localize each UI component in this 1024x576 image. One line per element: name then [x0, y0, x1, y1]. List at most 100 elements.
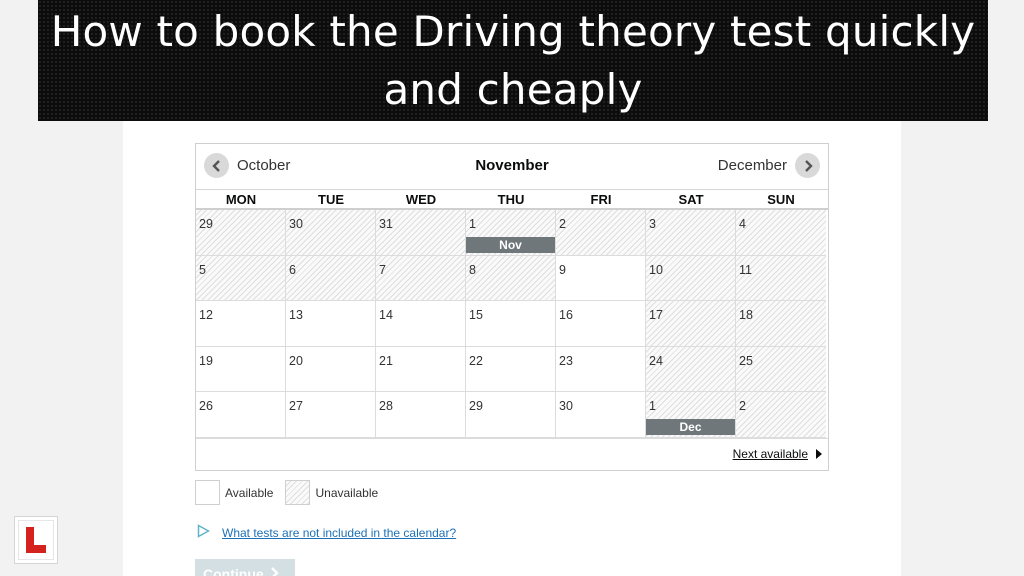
calendar-day-unavailable: 30	[286, 210, 376, 256]
calendar-day-unavailable: 7	[376, 255, 466, 301]
next-month-label: December	[717, 157, 787, 174]
calendar-day-available[interactable]: 27	[286, 392, 376, 438]
tests-not-included-link[interactable]: What tests are not included in the calen…	[222, 526, 456, 540]
weekday-label: SUN	[767, 192, 795, 207]
next-month-button[interactable]: December	[718, 153, 820, 178]
continue-label: Continue	[203, 566, 264, 576]
day-number: 1	[469, 217, 476, 231]
day-number: 26	[199, 399, 213, 413]
calendar-day-unavailable: 2	[556, 210, 646, 256]
day-number: 6	[289, 262, 296, 277]
day-number: 12	[199, 308, 213, 322]
day-number: 28	[379, 399, 393, 413]
weekday-label: TUE	[318, 192, 344, 207]
calendar-day-unavailable: 17	[646, 301, 736, 347]
calendar-day-grid: 29 30 31 1 Nov 2 3 4 5 6 7 8 9 10 11 12 13 14 15 16 17 18 19 20…	[196, 210, 828, 438]
weekday-label: THU	[497, 192, 525, 207]
calendar-day-unavailable: 1 Dec	[646, 392, 736, 438]
day-number: 1	[649, 399, 656, 413]
title-banner: How to book the Driving theory test quic…	[38, 0, 988, 121]
calendar-day-unavailable: 10	[646, 255, 736, 301]
unavailable-legend-label: Unavailable	[315, 485, 379, 500]
day-number: 18	[739, 308, 753, 322]
day-number: 22	[469, 353, 483, 368]
day-number: 20	[289, 353, 303, 368]
calendar-day-unavailable: 1 Nov	[466, 210, 556, 256]
learner-plate-logo	[14, 516, 58, 564]
day-number: 23	[559, 353, 573, 368]
day-number: 21	[379, 353, 393, 368]
triangle-right-icon	[816, 448, 822, 459]
calendar-header: October November December	[196, 144, 828, 189]
calendar-day-available[interactable]: 13	[286, 301, 376, 347]
unavailable-swatch	[285, 480, 311, 505]
calendar-day-unavailable: 3	[646, 210, 736, 256]
calendar-day-unavailable: 2	[736, 392, 826, 438]
banner-title: How to book the Driving theory test quic…	[50, 6, 976, 114]
day-number: 31	[379, 217, 393, 231]
calendar-day-unavailable: 5	[196, 255, 286, 301]
calendar-day-available[interactable]: 28	[376, 392, 466, 438]
calendar-legend: Available Unavailable	[195, 480, 390, 505]
calendar-day-unavailable: 29	[196, 210, 286, 256]
day-number: 4	[739, 217, 746, 231]
weekday-label: MON	[225, 192, 257, 207]
next-available-label: Next available	[732, 446, 808, 461]
day-number: 2	[739, 399, 746, 413]
day-number: 25	[739, 353, 753, 368]
day-number: 27	[289, 399, 303, 413]
calendar-day-unavailable: 18	[736, 301, 826, 347]
triangle-outline-icon	[197, 524, 211, 541]
calendar-day-unavailable: 31	[376, 210, 466, 256]
day-number: 9	[559, 262, 566, 277]
day-number: 15	[469, 308, 483, 322]
day-number: 29	[199, 217, 213, 231]
calendar-day-unavailable: 11	[736, 255, 826, 301]
calendar-day-unavailable: 8	[466, 255, 556, 301]
calendar-day-available[interactable]: 26	[196, 392, 286, 438]
weekday-header-row: MON TUE WED THU FRI SAT SUN	[196, 189, 828, 210]
next-available-link[interactable]: Next available	[733, 447, 822, 461]
day-number: 3	[649, 217, 656, 231]
calendar-day-unavailable: 6	[286, 255, 376, 301]
chevron-right-icon	[270, 566, 280, 576]
tests-not-included-toggle[interactable]: What tests are not included in the calen…	[197, 524, 456, 541]
available-legend-label: Available	[225, 485, 274, 500]
day-number: 30	[289, 217, 303, 231]
calendar-day-available[interactable]: 20	[286, 346, 376, 392]
calendar-day-available[interactable]: 12	[196, 301, 286, 347]
day-number: 16	[559, 308, 573, 322]
calendar-day-available[interactable]: 22	[466, 346, 556, 392]
day-number: 29	[469, 399, 483, 413]
calendar-day-unavailable: 4	[736, 210, 826, 256]
calendar-day-available[interactable]: 29	[466, 392, 556, 438]
day-number: 8	[469, 262, 476, 277]
calendar-day-available[interactable]: 30	[556, 392, 646, 438]
day-number: 17	[649, 308, 663, 322]
day-number: 14	[379, 308, 393, 322]
day-number: 10	[649, 262, 663, 277]
month-marker: Nov	[466, 236, 555, 253]
calendar-day-unavailable: 24	[646, 346, 736, 392]
chevron-right-icon	[795, 153, 820, 178]
calendar-day-available[interactable]: 15	[466, 301, 556, 347]
day-number: 19	[199, 353, 213, 368]
continue-button[interactable]: Continue	[195, 559, 295, 576]
day-number: 30	[559, 399, 573, 413]
learner-plate-icon	[18, 520, 54, 560]
day-number: 7	[379, 262, 386, 277]
calendar: October November December MON TUE WED TH…	[195, 143, 829, 471]
calendar-day-available[interactable]: 21	[376, 346, 466, 392]
calendar-day-available[interactable]: 9	[556, 255, 646, 301]
weekday-label: SAT	[678, 192, 704, 207]
calendar-day-available[interactable]: 16	[556, 301, 646, 347]
day-number: 11	[739, 262, 752, 277]
day-number: 5	[199, 262, 206, 277]
calendar-day-available[interactable]: 23	[556, 346, 646, 392]
day-number: 2	[559, 217, 566, 231]
month-marker: Dec	[646, 418, 735, 435]
calendar-day-available[interactable]: 14	[376, 301, 466, 347]
calendar-footer: Next available	[196, 437, 828, 470]
weekday-label: WED	[405, 192, 437, 207]
calendar-day-available[interactable]: 19	[196, 346, 286, 392]
